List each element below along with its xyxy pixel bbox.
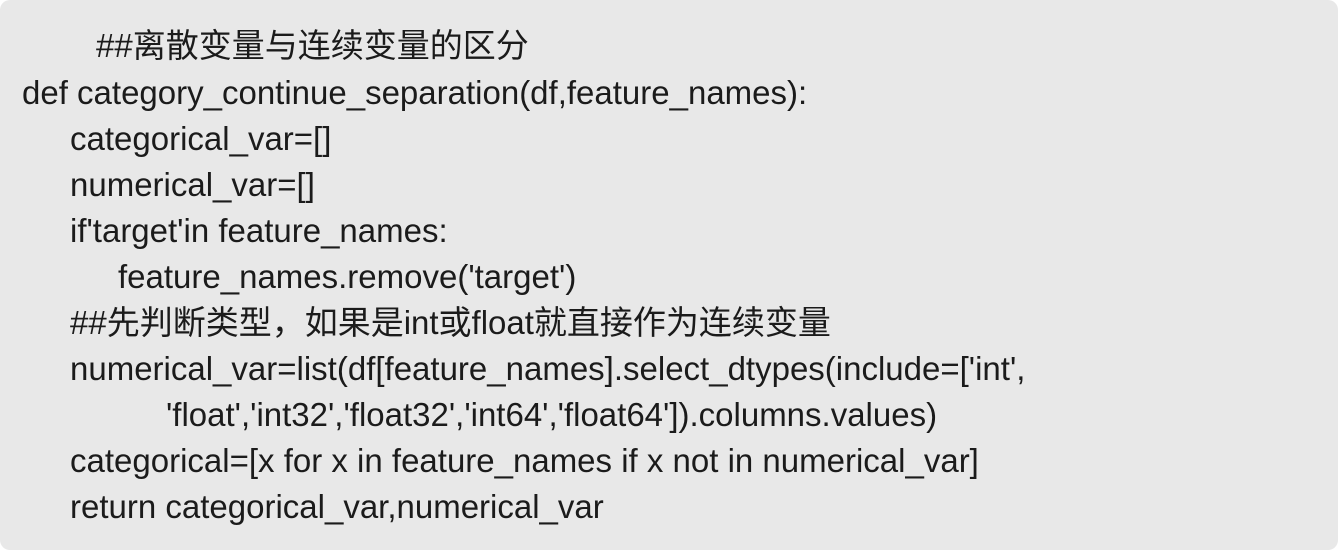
code-line-continuation: 'float','int32','float32','int64','float… [166, 396, 938, 433]
code-line: categorical=[x for x in feature_names if… [70, 442, 979, 479]
code-line: if'target'in feature_names: [70, 212, 448, 249]
code-block: ##离散变量与连续变量的区分 def category_continue_sep… [0, 0, 1338, 550]
code-line: numerical_var=[] [70, 166, 315, 203]
code-comment-line: ##先判断类型，如果是int或float就直接作为连续变量 [70, 304, 831, 341]
code-line: numerical_var=list(df[feature_names].sel… [70, 350, 1026, 387]
code-line: categorical_var=[] [70, 120, 332, 157]
code-comment-line: ##离散变量与连续变量的区分 [96, 27, 529, 64]
code-line-return: return categorical_var,numerical_var [70, 488, 604, 525]
code-line: feature_names.remove('target') [118, 258, 577, 295]
code-line-def: def category_continue_separation(df,feat… [22, 74, 808, 111]
